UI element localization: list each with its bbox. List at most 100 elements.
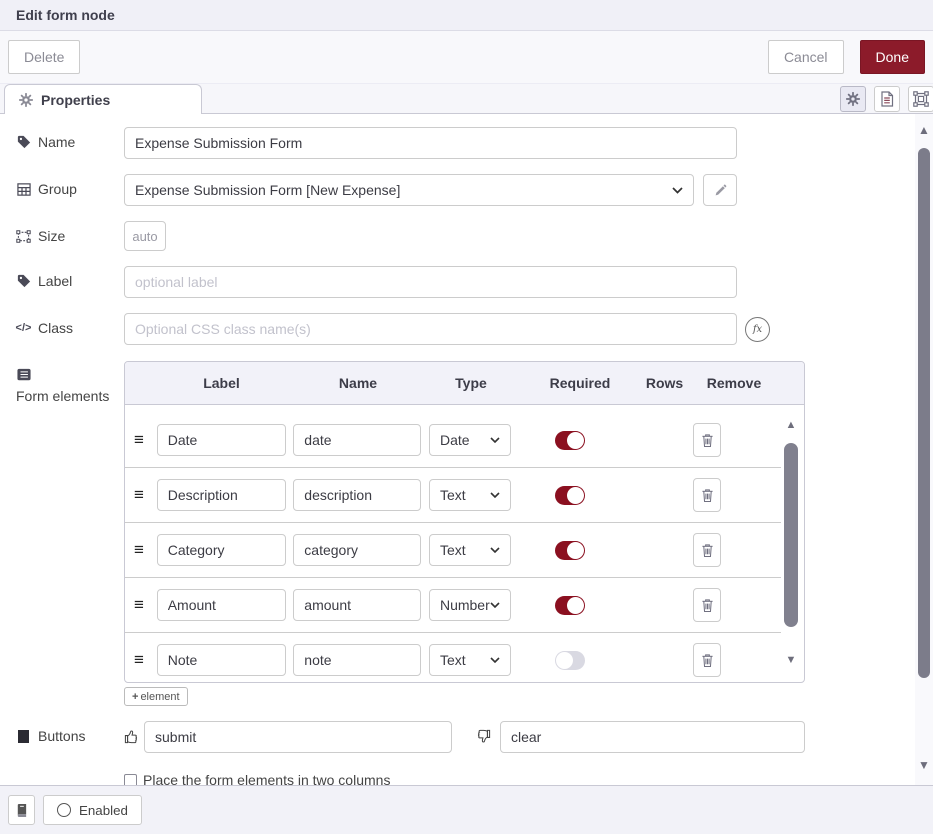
form-elements-table: Label Name Type Required Rows Remove ≡ bbox=[124, 361, 805, 683]
group-label: Group bbox=[16, 174, 124, 197]
plus-icon: + bbox=[132, 691, 138, 703]
element-name-input[interactable] bbox=[293, 424, 421, 456]
status-circle-icon bbox=[57, 803, 71, 817]
tab-properties-label: Properties bbox=[41, 92, 110, 108]
remove-element-button[interactable] bbox=[693, 478, 721, 512]
submit-button-text-input[interactable] bbox=[144, 721, 452, 753]
dialog-title: Edit form node bbox=[16, 7, 115, 23]
table-row: ≡ Number bbox=[125, 578, 781, 633]
size-label: Size bbox=[16, 221, 124, 244]
enabled-label: Enabled bbox=[79, 803, 128, 818]
remove-element-button[interactable] bbox=[693, 423, 721, 457]
clear-button-text-input[interactable] bbox=[500, 721, 805, 753]
list-alt-icon bbox=[16, 368, 31, 381]
required-toggle[interactable] bbox=[555, 431, 585, 450]
label-input[interactable] bbox=[124, 266, 737, 298]
scroll-down-arrow-icon[interactable]: ▼ bbox=[915, 759, 933, 771]
properties-tab-button[interactable] bbox=[840, 86, 866, 112]
class-input[interactable] bbox=[124, 313, 737, 345]
col-label: Label bbox=[153, 375, 290, 391]
size-row: Size auto bbox=[16, 221, 915, 251]
trash-icon bbox=[701, 598, 714, 613]
required-toggle[interactable] bbox=[555, 486, 585, 505]
drag-handle-icon[interactable]: ≡ bbox=[125, 430, 153, 450]
dialog-toolbar: Delete Cancel Done bbox=[0, 31, 933, 84]
table-row: ≡ Text bbox=[125, 468, 781, 523]
table-body: ≡ Date bbox=[125, 405, 804, 682]
appearance-tab-button[interactable] bbox=[908, 86, 933, 112]
object-box-icon bbox=[913, 91, 929, 107]
book-icon bbox=[15, 803, 28, 818]
table-scrollbar[interactable]: ▲ ▼ bbox=[783, 413, 799, 682]
properties-panel: Name Group Expense Submission Form [New … bbox=[0, 114, 915, 785]
col-type: Type bbox=[426, 375, 516, 391]
cancel-button[interactable]: Cancel bbox=[768, 40, 844, 74]
remove-element-button[interactable] bbox=[693, 643, 721, 677]
code-icon: </> bbox=[16, 322, 31, 334]
scroll-up-arrow-icon[interactable]: ▲ bbox=[915, 124, 933, 136]
buttons-row: Buttons bbox=[16, 721, 915, 753]
element-label-input[interactable] bbox=[157, 589, 286, 621]
description-tab-button[interactable] bbox=[874, 86, 900, 112]
remove-element-button[interactable] bbox=[693, 588, 721, 622]
class-row: </> Class fx bbox=[16, 313, 915, 345]
label-row: Label bbox=[16, 266, 915, 298]
enabled-toggle-button[interactable]: Enabled bbox=[43, 795, 142, 825]
add-element-button[interactable]: + element bbox=[124, 687, 188, 706]
drag-handle-icon[interactable]: ≡ bbox=[125, 540, 153, 560]
chevron-down-icon bbox=[490, 657, 500, 663]
col-name: Name bbox=[290, 375, 426, 391]
table-row: ≡ Date bbox=[125, 413, 781, 468]
element-type-select[interactable]: Text bbox=[429, 644, 511, 676]
size-auto-button[interactable]: auto bbox=[124, 221, 166, 251]
gear-icon bbox=[19, 93, 33, 107]
dynamic-class-button[interactable]: fx bbox=[745, 317, 770, 342]
tab-properties[interactable]: Properties bbox=[4, 84, 202, 114]
element-type-select[interactable]: Text bbox=[429, 479, 511, 511]
form-elements-row: Form elements Label Name Type Required R… bbox=[16, 361, 915, 683]
element-label-input[interactable] bbox=[157, 644, 286, 676]
required-toggle[interactable] bbox=[555, 651, 585, 670]
edit-group-button[interactable] bbox=[703, 174, 737, 206]
scroll-down-arrow-icon[interactable]: ▼ bbox=[783, 654, 799, 666]
remove-element-button[interactable] bbox=[693, 533, 721, 567]
trash-icon bbox=[701, 488, 714, 503]
chevron-down-icon bbox=[490, 602, 500, 608]
object-group-icon bbox=[16, 230, 31, 243]
required-toggle[interactable] bbox=[555, 596, 585, 615]
dialog-footer: Enabled bbox=[0, 785, 933, 834]
chevron-down-icon bbox=[490, 492, 500, 498]
group-select[interactable]: Expense Submission Form [New Expense] bbox=[124, 174, 694, 206]
tag-icon bbox=[16, 135, 31, 149]
col-remove: Remove bbox=[685, 375, 783, 391]
label-label: Label bbox=[16, 266, 124, 289]
element-name-input[interactable] bbox=[293, 644, 421, 676]
element-type-select[interactable]: Number bbox=[429, 589, 511, 621]
node-help-button[interactable] bbox=[8, 795, 35, 825]
element-label-input[interactable] bbox=[157, 424, 286, 456]
scroll-up-arrow-icon[interactable]: ▲ bbox=[783, 419, 799, 431]
element-type-select[interactable]: Date bbox=[429, 424, 511, 456]
col-rows: Rows bbox=[644, 375, 685, 391]
drag-handle-icon[interactable]: ≡ bbox=[125, 485, 153, 505]
drag-handle-icon[interactable]: ≡ bbox=[125, 650, 153, 670]
drag-handle-icon[interactable]: ≡ bbox=[125, 595, 153, 615]
element-label-input[interactable] bbox=[157, 479, 286, 511]
table-scrollbar-thumb[interactable] bbox=[784, 443, 798, 627]
done-button[interactable]: Done bbox=[860, 40, 925, 74]
table-icon bbox=[16, 183, 31, 196]
element-name-input[interactable] bbox=[293, 479, 421, 511]
name-input[interactable] bbox=[124, 127, 737, 159]
element-name-input[interactable] bbox=[293, 534, 421, 566]
panel-scrollbar-thumb[interactable] bbox=[918, 148, 930, 678]
delete-button[interactable]: Delete bbox=[8, 40, 80, 74]
element-label-input[interactable] bbox=[157, 534, 286, 566]
panel-scrollbar[interactable]: ▲ ▼ bbox=[915, 114, 933, 785]
chevron-down-icon bbox=[490, 437, 500, 443]
required-toggle[interactable] bbox=[555, 541, 585, 560]
dialog-header: Edit form node bbox=[0, 0, 933, 31]
form-elements-label: Form elements bbox=[16, 361, 124, 404]
element-name-input[interactable] bbox=[293, 589, 421, 621]
element-type-select[interactable]: Text bbox=[429, 534, 511, 566]
toolbar-right-group: Cancel Done bbox=[768, 40, 925, 74]
